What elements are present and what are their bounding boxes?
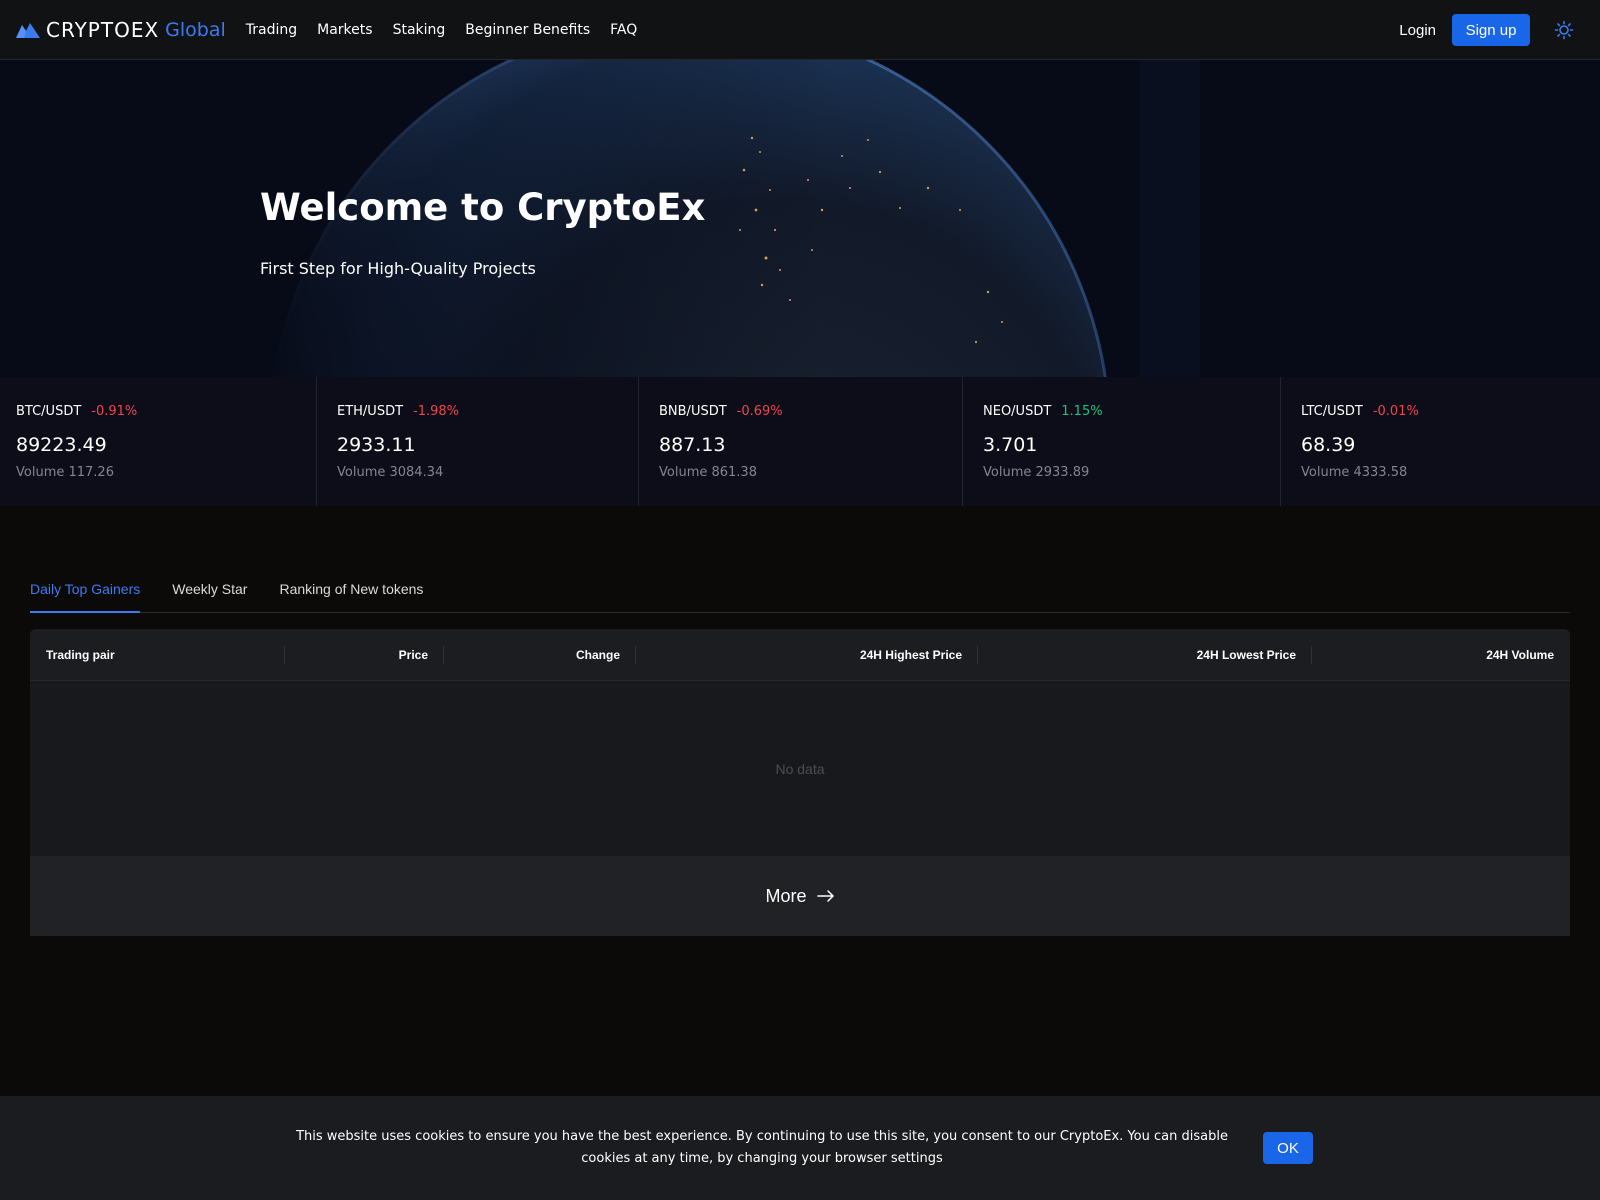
hero-banner: Welcome to CryptoEx First Step for High-… bbox=[0, 60, 1600, 377]
table-header-row: Trading pair Price Change 24H Highest Pr… bbox=[30, 629, 1570, 681]
ticker-volume: Volume 3084.34 bbox=[337, 465, 444, 480]
arrow-right-icon bbox=[816, 890, 835, 902]
ticker-pair: ETH/USDT bbox=[337, 404, 404, 419]
column-header-24h-low[interactable]: 24H Lowest Price bbox=[978, 629, 1312, 681]
ticker-card-btc[interactable]: BTC/USDT -0.91% 89223.49 Volume 117.26 bbox=[0, 377, 317, 506]
header-actions: Login Sign up bbox=[1399, 0, 1600, 60]
ticker-volume: Volume 861.38 bbox=[659, 465, 757, 480]
tab-daily-top-gainers[interactable]: Daily Top Gainers bbox=[30, 566, 141, 613]
ticker-price: 2933.11 bbox=[337, 434, 416, 456]
ticker-change: -1.98% bbox=[413, 404, 460, 419]
ticker-price: 887.13 bbox=[659, 434, 726, 456]
earth-background-image bbox=[0, 60, 1600, 377]
nav-item-beginner-benefits[interactable]: Beginner Benefits bbox=[465, 22, 590, 38]
ticker-price: 89223.49 bbox=[16, 434, 107, 456]
ticker-change: -0.69% bbox=[736, 404, 783, 419]
ticker-card-bnb[interactable]: BNB/USDT -0.69% 887.13 Volume 861.38 bbox=[639, 377, 963, 506]
ticker-change: 1.15% bbox=[1061, 404, 1103, 419]
cookie-message: This website uses cookies to ensure you … bbox=[296, 1129, 1228, 1166]
ticker-change: -0.91% bbox=[91, 404, 138, 419]
ranking-table: Trading pair Price Change 24H Highest Pr… bbox=[30, 629, 1570, 936]
ticker-pair: BNB/USDT bbox=[659, 404, 727, 419]
ticker-price: 3.701 bbox=[983, 434, 1038, 456]
column-header-trading-pair[interactable]: Trading pair bbox=[30, 629, 285, 681]
column-header-24h-high[interactable]: 24H Highest Price bbox=[636, 629, 978, 681]
ticker-pair: LTC/USDT bbox=[1301, 404, 1363, 419]
theme-toggle-button[interactable] bbox=[1552, 18, 1576, 42]
top-navbar: CRYPTOEX Global Trading Markets Staking … bbox=[0, 0, 1600, 60]
nav-item-faq[interactable]: FAQ bbox=[610, 22, 637, 38]
nav-item-markets[interactable]: Markets bbox=[317, 22, 372, 38]
brand-logo[interactable]: CRYPTOEX Global bbox=[16, 0, 226, 60]
brand-suffix: Global bbox=[165, 18, 226, 41]
ticker-pair: NEO/USDT bbox=[983, 404, 1052, 419]
ranking-tabs: Daily Top Gainers Weekly Star Ranking of… bbox=[30, 566, 1570, 613]
hero-title: Welcome to CryptoEx bbox=[260, 186, 706, 229]
main-nav: Trading Markets Staking Beginner Benefit… bbox=[246, 22, 658, 38]
cookie-ok-button[interactable]: OK bbox=[1263, 1132, 1313, 1164]
empty-state-text: No data bbox=[775, 760, 825, 777]
ticker-volume: Volume 2933.89 bbox=[983, 465, 1090, 480]
nav-item-trading[interactable]: Trading bbox=[246, 22, 297, 38]
tab-weekly-star[interactable]: Weekly Star bbox=[172, 566, 247, 613]
tab-ranking-new-tokens[interactable]: Ranking of New tokens bbox=[279, 566, 423, 613]
mountain-logo-icon bbox=[16, 22, 40, 38]
sun-icon bbox=[1554, 20, 1574, 40]
brand-name: CRYPTOEX bbox=[46, 17, 160, 42]
cookie-consent-banner: This website uses cookies to ensure you … bbox=[0, 1096, 1600, 1200]
ticker-card-neo[interactable]: NEO/USDT 1.15% 3.701 Volume 2933.89 bbox=[963, 377, 1281, 506]
nav-item-staking[interactable]: Staking bbox=[393, 22, 446, 38]
more-button[interactable]: More bbox=[30, 856, 1570, 936]
signup-button[interactable]: Sign up bbox=[1452, 14, 1530, 46]
table-body: No data bbox=[30, 681, 1570, 856]
ticker-card-eth[interactable]: ETH/USDT -1.98% 2933.11 Volume 3084.34 bbox=[317, 377, 639, 506]
more-label: More bbox=[765, 885, 807, 906]
column-header-change[interactable]: Change bbox=[444, 629, 636, 681]
login-link[interactable]: Login bbox=[1399, 22, 1436, 39]
column-header-24h-volume[interactable]: 24H Volume bbox=[1312, 629, 1570, 681]
ticker-card-ltc[interactable]: LTC/USDT -0.01% 68.39 Volume 4333.58 bbox=[1281, 377, 1600, 506]
ticker-change: -0.01% bbox=[1372, 404, 1419, 419]
column-header-price[interactable]: Price bbox=[285, 629, 444, 681]
ticker-pair: BTC/USDT bbox=[16, 404, 82, 419]
ticker-volume: Volume 117.26 bbox=[16, 465, 114, 480]
market-ticker-strip: BTC/USDT -0.91% 89223.49 Volume 117.26 E… bbox=[0, 377, 1600, 506]
hero-subtitle: First Step for High-Quality Projects bbox=[260, 259, 536, 278]
ticker-price: 68.39 bbox=[1301, 434, 1356, 456]
ticker-volume: Volume 4333.58 bbox=[1301, 465, 1408, 480]
